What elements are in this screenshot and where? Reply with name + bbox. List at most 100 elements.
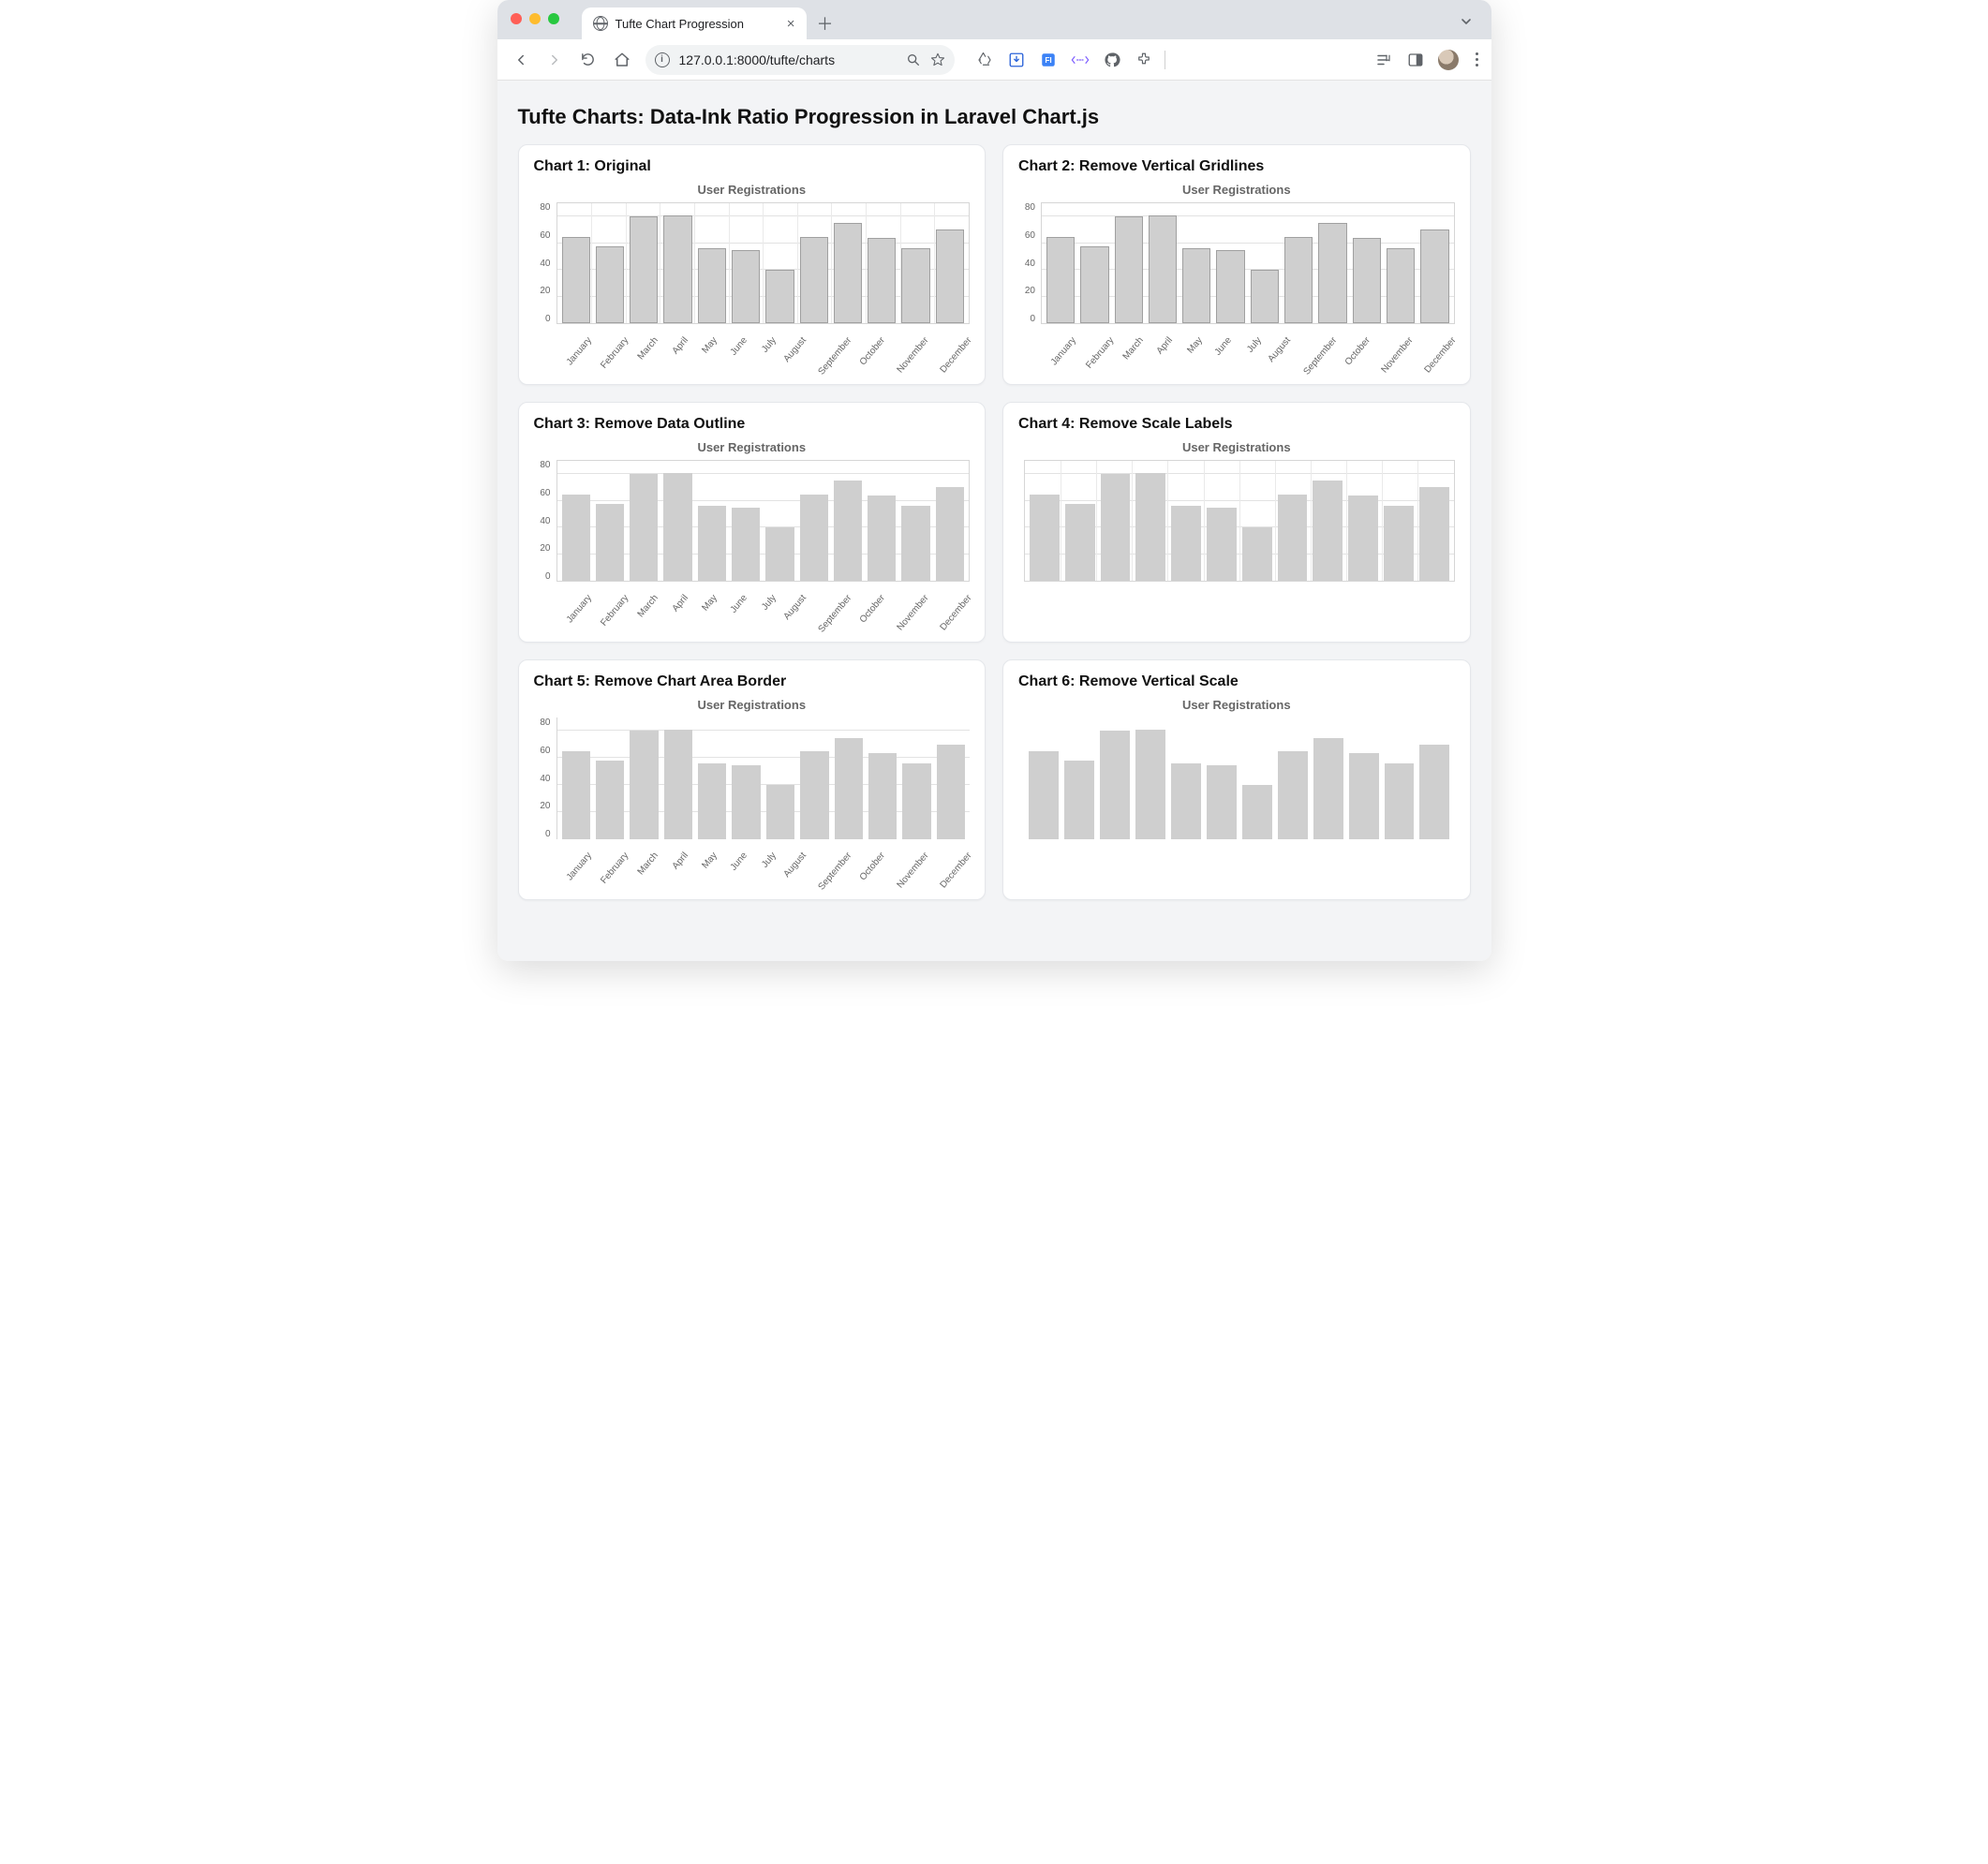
extension-github-icon[interactable] bbox=[1103, 51, 1121, 69]
y-tick-label: 80 bbox=[534, 717, 551, 728]
bar bbox=[800, 751, 828, 839]
chart-area: 806040200 bbox=[534, 717, 971, 839]
x-axis-labels: JanuaryFebruaryMarchAprilMayJuneJulyAugu… bbox=[1018, 330, 1455, 375]
site-info-icon[interactable]: i bbox=[655, 52, 670, 67]
card-title: Chart 1: Original bbox=[534, 158, 971, 175]
y-axis-labels: 806040200 bbox=[534, 202, 556, 324]
bar bbox=[663, 215, 691, 323]
bar bbox=[868, 238, 896, 323]
extension-fi-icon[interactable]: FI bbox=[1039, 51, 1058, 69]
extension-recycle-icon[interactable] bbox=[975, 51, 994, 69]
card-title: Chart 2: Remove Vertical Gridlines bbox=[1018, 158, 1455, 175]
new-tab-button[interactable]: ＋ bbox=[812, 10, 838, 37]
bar bbox=[800, 495, 828, 581]
svg-text:FI: FI bbox=[1045, 56, 1051, 65]
bars bbox=[557, 203, 970, 323]
bar bbox=[1384, 506, 1414, 581]
extension-download-icon[interactable] bbox=[1007, 51, 1026, 69]
bar bbox=[835, 738, 863, 839]
bar bbox=[1216, 250, 1244, 323]
chart-title: User Registrations bbox=[534, 183, 971, 197]
chart-title: User Registrations bbox=[534, 440, 971, 454]
chart-area bbox=[1018, 460, 1455, 582]
bar bbox=[1348, 496, 1378, 581]
reload-button[interactable] bbox=[574, 46, 602, 74]
bar bbox=[1419, 745, 1449, 839]
bar bbox=[765, 527, 794, 581]
page-content: Tufte Charts: Data-Ink Ratio Progression… bbox=[497, 81, 1491, 961]
chart-title: User Registrations bbox=[1018, 698, 1455, 712]
url-text: 127.0.0.1:8000/tufte/charts bbox=[679, 52, 897, 67]
menu-button[interactable] bbox=[1472, 49, 1482, 70]
address-bar[interactable]: i 127.0.0.1:8000/tufte/charts bbox=[645, 45, 955, 75]
close-tab-button[interactable]: × bbox=[787, 17, 795, 31]
side-panel-icon[interactable] bbox=[1406, 51, 1425, 69]
chart-area: 806040200 bbox=[1018, 202, 1455, 324]
bar bbox=[663, 473, 691, 581]
bar bbox=[936, 487, 964, 581]
bar bbox=[1182, 248, 1210, 323]
extensions-button[interactable] bbox=[1135, 51, 1153, 69]
bar bbox=[834, 481, 862, 581]
bar bbox=[562, 237, 590, 323]
browser-tab[interactable]: Tufte Chart Progression × bbox=[582, 7, 807, 39]
extension-brackets-icon[interactable] bbox=[1071, 51, 1090, 69]
bar bbox=[868, 496, 896, 581]
y-tick-label: 0 bbox=[534, 829, 551, 839]
x-axis-labels: JanuaryFebruaryMarchAprilMayJuneJulyAugu… bbox=[534, 587, 971, 632]
y-axis-labels: 806040200 bbox=[1018, 202, 1041, 324]
bar bbox=[1278, 751, 1308, 839]
tab-dropdown-button[interactable] bbox=[1454, 9, 1478, 34]
tab-bar: Tufte Chart Progression × ＋ bbox=[497, 0, 1491, 39]
y-tick-label: 40 bbox=[534, 259, 551, 269]
close-window-button[interactable] bbox=[511, 13, 522, 24]
plot-area bbox=[556, 717, 971, 839]
toolbar-right-group bbox=[1374, 49, 1482, 70]
forward-button[interactable] bbox=[541, 46, 569, 74]
chart-card: Chart 4: Remove Scale LabelsUser Registr… bbox=[1002, 402, 1471, 643]
y-tick-label: 60 bbox=[534, 746, 551, 756]
bar bbox=[901, 506, 929, 581]
plot-area bbox=[1041, 202, 1455, 324]
bar bbox=[1387, 248, 1415, 323]
x-tick-label: December bbox=[938, 335, 1000, 397]
zoom-icon[interactable] bbox=[906, 52, 921, 67]
y-tick-label: 20 bbox=[534, 543, 551, 554]
bookmark-icon[interactable] bbox=[930, 52, 945, 67]
bar bbox=[936, 229, 964, 323]
bar bbox=[1064, 761, 1094, 839]
bar bbox=[1278, 495, 1308, 581]
x-tick-label: December bbox=[938, 851, 1000, 912]
globe-icon bbox=[593, 16, 608, 31]
bar bbox=[1349, 753, 1379, 839]
bar bbox=[1420, 229, 1448, 323]
chart-grid: Chart 1: OriginalUser Registrations80604… bbox=[518, 144, 1471, 900]
extensions-group: FI bbox=[975, 51, 1153, 69]
bar bbox=[1318, 223, 1346, 323]
profile-avatar[interactable] bbox=[1438, 50, 1459, 70]
chart-area: 806040200 bbox=[534, 460, 971, 582]
y-tick-label: 20 bbox=[1018, 286, 1035, 296]
bar bbox=[664, 730, 692, 839]
back-button[interactable] bbox=[507, 46, 535, 74]
bar bbox=[1313, 738, 1343, 839]
bar bbox=[1065, 504, 1095, 581]
y-tick-label: 40 bbox=[1018, 259, 1035, 269]
toolbar: i 127.0.0.1:8000/tufte/charts FI bbox=[497, 39, 1491, 81]
bar bbox=[698, 506, 726, 581]
minimize-window-button[interactable] bbox=[529, 13, 541, 24]
y-axis-labels: 806040200 bbox=[534, 460, 556, 582]
bar bbox=[1030, 495, 1060, 581]
reading-list-icon[interactable] bbox=[1374, 51, 1393, 69]
chart-area: 806040200 bbox=[534, 202, 971, 324]
bars bbox=[1042, 203, 1454, 323]
bar bbox=[1242, 785, 1272, 839]
bar bbox=[596, 504, 624, 581]
maximize-window-button[interactable] bbox=[548, 13, 559, 24]
bar bbox=[698, 248, 726, 323]
bar bbox=[732, 508, 760, 581]
card-title: Chart 6: Remove Vertical Scale bbox=[1018, 673, 1455, 690]
home-button[interactable] bbox=[608, 46, 636, 74]
bar bbox=[1242, 527, 1272, 581]
bar bbox=[765, 270, 794, 323]
